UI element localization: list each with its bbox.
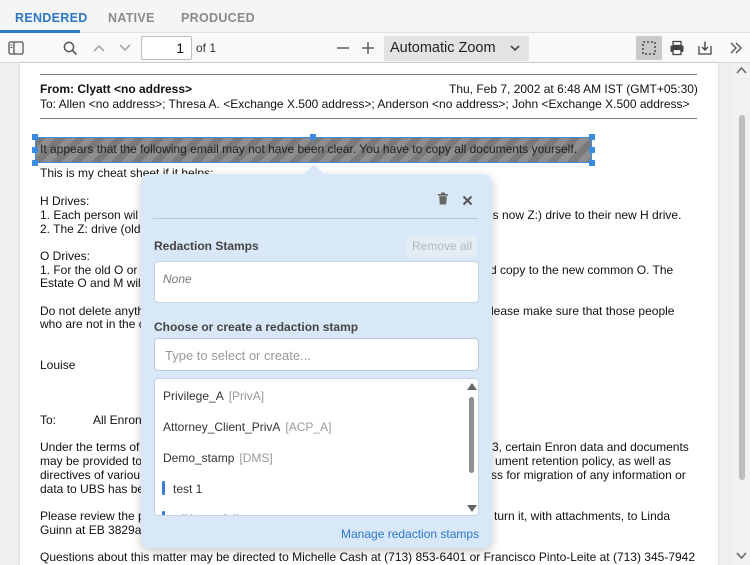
scroll-up-arrow[interactable]	[467, 383, 477, 390]
email-to: To: Allen <no address>; Thresa A. <Excha…	[40, 97, 690, 111]
zoom-value: Automatic Zoom	[390, 40, 496, 56]
trash-icon[interactable]	[437, 192, 449, 210]
applied-stamps-box: None	[154, 261, 479, 303]
redacted-text: It appears that the following email may …	[40, 142, 577, 156]
remove-all-button[interactable]: Remove all	[407, 235, 477, 257]
body-line: Do not delete anyth	[40, 304, 145, 318]
stamp-option[interactable]: wiki_not_full	[173, 512, 238, 515]
choose-stamp-label: Choose or create a redaction stamp	[154, 320, 359, 334]
stamp-option[interactable]: Attorney_Client_PrivA [ACP_A]	[163, 420, 331, 434]
body-line: ss for migration of any information or	[491, 468, 686, 482]
body-line: Under the terms of	[40, 440, 140, 454]
redaction-stamps-label: Redaction Stamps	[154, 239, 259, 253]
stamp-option[interactable]: Privilege_A [PrivA]	[163, 389, 264, 403]
document-scrollbar[interactable]	[733, 63, 750, 565]
header-rule	[40, 74, 697, 75]
resize-handle[interactable]	[589, 147, 595, 153]
stamp-option[interactable]: test 1	[173, 482, 202, 496]
tab-rendered[interactable]: RENDERED	[15, 11, 88, 25]
resize-handle[interactable]	[310, 134, 316, 140]
stamp-color-marker	[162, 511, 165, 515]
body-line: Louise	[40, 358, 76, 372]
stamp-option[interactable]: Demo_stamp [DMS]	[163, 451, 273, 465]
resize-handle[interactable]	[32, 147, 38, 153]
zoom-in-icon[interactable]	[358, 38, 378, 58]
sidebar-toggle-icon[interactable]	[6, 38, 26, 58]
body-line: 1. Each person wil	[40, 208, 139, 222]
stamp-list: Privilege_A [PrivA] Attorney_Client_PrivA…	[154, 378, 479, 516]
body-line: h is now Z:) drive to their new H drive.	[480, 208, 682, 222]
previous-page-icon[interactable]	[89, 38, 109, 58]
body-line: may be provided to	[40, 454, 143, 468]
body-line: lease make sure that those people	[491, 304, 675, 318]
body-line: turn it, with attachments, to Linda	[494, 509, 671, 523]
body-line: who are not in the c	[40, 317, 145, 331]
scroll-down-arrow[interactable]	[467, 505, 477, 512]
scroll-up-arrow[interactable]	[736, 66, 747, 74]
email-date: Thu, Feb 7, 2002 at 6:48 AM IST (GMT+05:…	[449, 82, 698, 96]
stamp-list-scrollbar[interactable]	[466, 379, 478, 515]
body-line: H Drives:	[40, 194, 90, 208]
body-line: 3, certain Enron data and documents	[492, 440, 689, 454]
body-line: O Drives:	[40, 249, 91, 263]
chevron-down-icon	[509, 41, 521, 57]
close-icon[interactable]	[462, 193, 473, 211]
body-line: ument retention policy, as well as	[495, 454, 671, 468]
body-line: d copy to the new common O. The	[490, 263, 674, 277]
tab-native[interactable]: NATIVE	[108, 11, 155, 25]
scrollbar-thumb[interactable]	[469, 397, 474, 473]
stamp-color-marker	[162, 481, 165, 495]
body-line: 1. For the old O or	[40, 263, 138, 277]
body-line: Guinn at EB 3829a	[40, 523, 142, 537]
body-line: All Enron	[93, 413, 142, 427]
page-number-input[interactable]: 1	[141, 36, 192, 60]
print-icon[interactable]	[667, 38, 687, 58]
resize-handle[interactable]	[32, 160, 38, 166]
body-line: 2. The Z: drive (old	[40, 222, 141, 236]
next-page-icon[interactable]	[115, 38, 135, 58]
resize-handle[interactable]	[32, 134, 38, 140]
more-tools-icon[interactable]	[726, 38, 746, 58]
body-line: Please review the p	[40, 509, 145, 523]
pdf-toolbar: 1 of 1 Automatic Zoom	[0, 33, 750, 63]
body-line: Estate O and M wil	[40, 276, 141, 290]
tab-produced[interactable]: PRODUCED	[181, 11, 255, 25]
zoom-select[interactable]: Automatic Zoom	[384, 36, 529, 61]
body-line: data to UBS has be	[40, 482, 145, 496]
header-rule	[40, 118, 697, 119]
search-icon[interactable]	[60, 38, 80, 58]
body-line: directives of variou	[40, 468, 141, 482]
scroll-down-arrow[interactable]	[736, 552, 747, 560]
popup-divider	[153, 218, 478, 219]
redaction-popup: Redaction Stamps Remove all None Choose …	[141, 164, 492, 548]
scrollbar-thumb[interactable]	[739, 115, 745, 480]
page-count: of 1	[196, 41, 217, 55]
redact-area-tool-button[interactable]	[636, 36, 662, 60]
stamp-search-input[interactable]: Type to select or create...	[154, 338, 479, 371]
download-icon[interactable]	[695, 38, 715, 58]
manage-stamps-link[interactable]: Manage redaction stamps	[341, 527, 479, 541]
resize-handle[interactable]	[589, 160, 595, 166]
redaction-area[interactable]: It appears that the following email may …	[35, 137, 592, 163]
resize-handle[interactable]	[589, 134, 595, 140]
view-tabs: RENDERED NATIVE PRODUCED	[0, 0, 750, 33]
body-line: Questions about this matter may be direc…	[40, 550, 696, 564]
email-from: From: Clyatt <no address>	[40, 82, 193, 96]
body-line: To:	[40, 413, 57, 427]
zoom-out-icon[interactable]	[333, 38, 353, 58]
